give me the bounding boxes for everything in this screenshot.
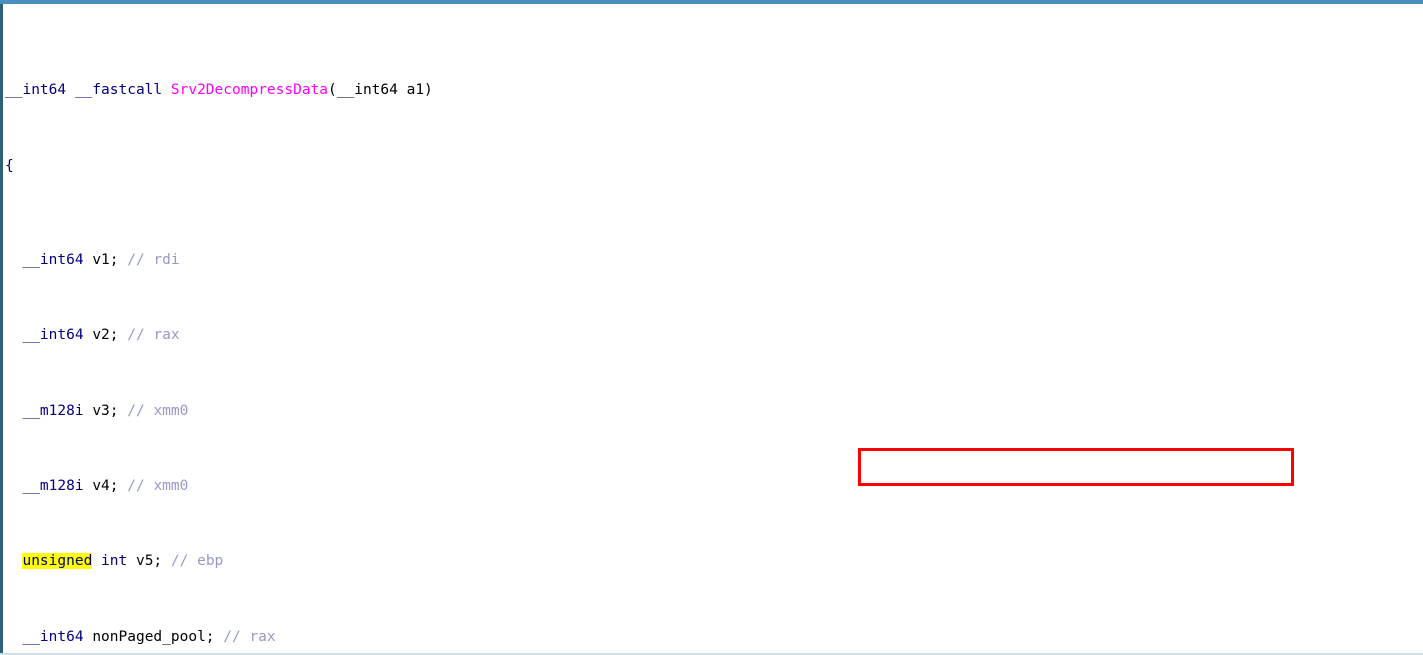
code-line-decl-nonpaged-pool[interactable]: __int64 nonPaged_pool; // rax (3, 628, 1423, 647)
code-line-open-brace: { (3, 157, 1423, 176)
decl-register-comment: // xmm0 (127, 402, 189, 419)
code-line-decl-v5[interactable]: unsigned int v5; // ebp (3, 552, 1423, 571)
decl-name[interactable]: nonPaged_pool; (92, 629, 214, 645)
signature-params: (__int64 a1) (328, 82, 433, 99)
code-line-decl-v3[interactable]: __m128i v3; // xmm0 (3, 402, 1423, 421)
decl-name[interactable]: v4; (92, 478, 118, 494)
open-brace: { (5, 157, 14, 174)
pseudocode-window: __int64 __fastcall Srv2DecompressData(__… (0, 0, 1423, 655)
decl-register-comment: // xmm0 (127, 478, 189, 495)
decl-type: __m128i (22, 478, 84, 495)
decl-register-comment: // rax (223, 628, 276, 645)
search-highlight-unsigned: unsigned (22, 553, 93, 570)
code-line-decl-v1[interactable]: __int64 v1; // rdi (3, 251, 1423, 270)
decl-name[interactable]: v3; (92, 403, 118, 419)
decl-name[interactable]: v5; (136, 553, 162, 569)
decl-type: __int64 (22, 327, 84, 344)
code-line-signature[interactable]: __int64 __fastcall Srv2DecompressData(__… (3, 81, 1423, 100)
decl-name[interactable]: v2; (92, 327, 118, 343)
decl-type: __int64 (22, 251, 84, 268)
signature-return-type: __int64 (5, 82, 67, 99)
decl-type: __m128i (22, 402, 84, 419)
decl-name[interactable]: v1; (92, 252, 118, 268)
decl-register-comment: // rdi (127, 251, 180, 268)
signature-function-name[interactable]: Srv2DecompressData (171, 82, 328, 98)
decl-type: __int64 (22, 628, 84, 645)
decl-register-comment: // ebp (170, 553, 224, 570)
code-line-decl-v4[interactable]: __m128i v4; // xmm0 (3, 477, 1423, 496)
code-line-decl-v2[interactable]: __int64 v2; // rax (3, 326, 1423, 345)
decl-register-comment: // rax (127, 327, 180, 344)
signature-calling-convention: __fastcall (74, 82, 163, 99)
pseudocode-text-area[interactable]: __int64 __fastcall Srv2DecompressData(__… (3, 4, 1423, 653)
